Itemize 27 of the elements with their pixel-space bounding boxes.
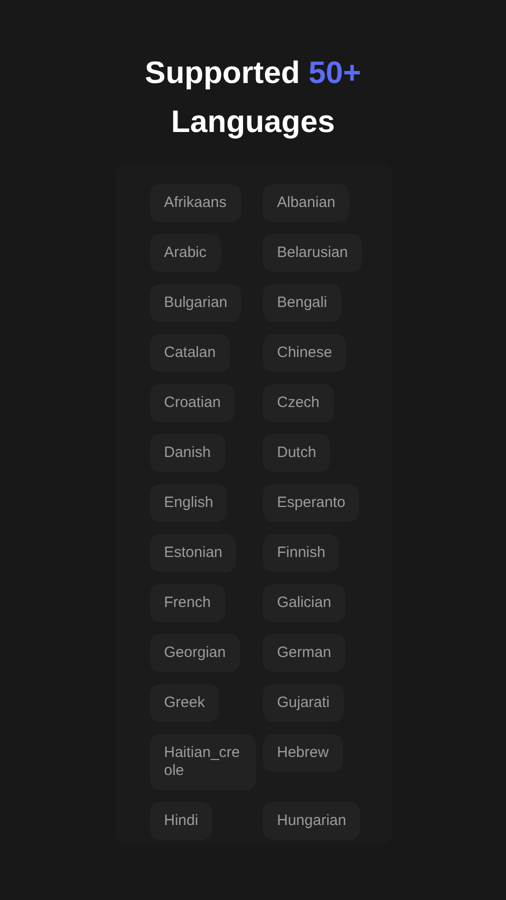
language-chip: Hindi [150, 802, 212, 840]
language-chip: Bengali [263, 284, 342, 322]
language-chip: Danish [150, 434, 225, 472]
language-chip: French [150, 584, 225, 622]
language-chip: Hungarian [263, 802, 360, 840]
language-chip: Czech [263, 384, 334, 422]
language-chip: Afrikaans [150, 184, 241, 222]
language-chip: Finnish [263, 534, 340, 572]
language-chip: Chinese [263, 334, 346, 372]
language-chip: Greek [150, 684, 219, 722]
language-chip: Esperanto [263, 484, 360, 522]
language-chip: Croatian [150, 384, 235, 422]
language-chip: Dutch [263, 434, 330, 472]
language-chip: Galician [263, 584, 346, 622]
language-chip: Estonian [150, 534, 236, 572]
language-chip: Bulgarian [150, 284, 242, 322]
language-chip: Belarusian [263, 234, 362, 272]
language-chip: Georgian [150, 634, 240, 672]
language-chip: Arabic [150, 234, 221, 272]
language-chip: Gujarati [263, 684, 344, 722]
language-chip: Albanian [263, 184, 350, 222]
language-chip: Hebrew [263, 734, 343, 772]
language-chip: Haitian_creole [150, 734, 256, 790]
language-chip: German [263, 634, 346, 672]
language-chip: English [150, 484, 228, 522]
language-chip: Catalan [150, 334, 230, 372]
page-title: Supported 50+ Languages [144, 54, 362, 141]
